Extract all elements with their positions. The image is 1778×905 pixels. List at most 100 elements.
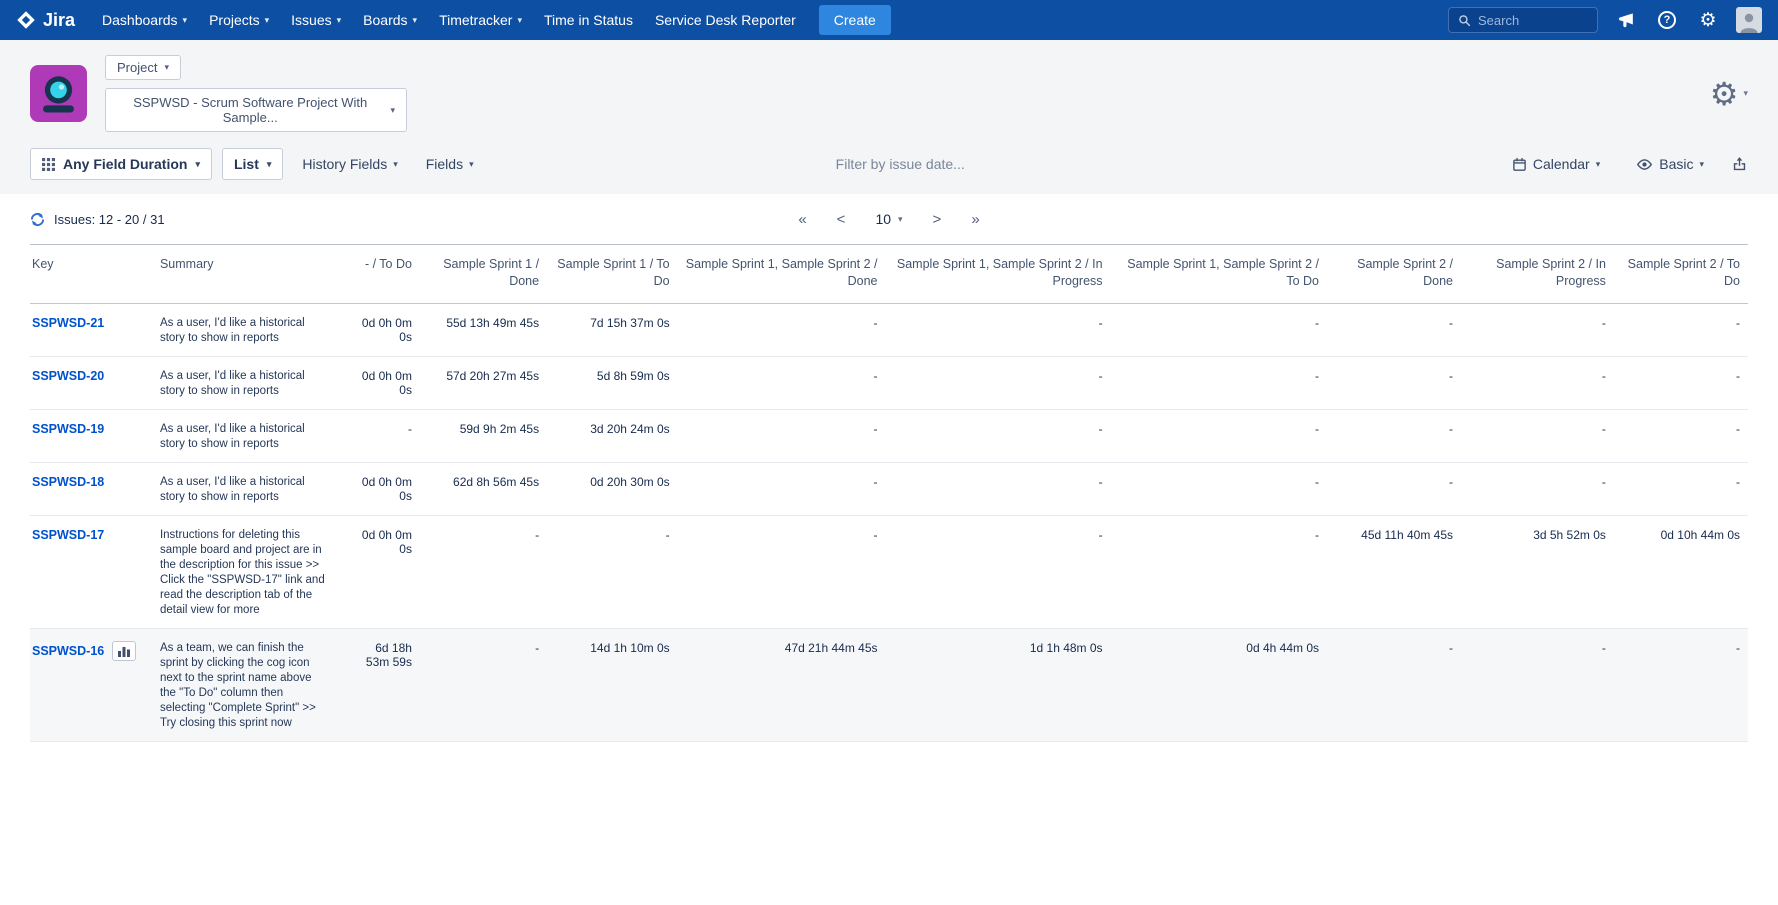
nav-item-projects[interactable]: Projects▾	[198, 0, 280, 40]
help-glyph: ?	[1658, 11, 1676, 29]
column-header-key[interactable]: Key	[30, 245, 152, 304]
help-icon[interactable]: ?	[1654, 7, 1680, 33]
nav-item-time-in-status[interactable]: Time in Status	[533, 0, 644, 40]
fields-button[interactable]: Fields ▾	[417, 149, 483, 179]
jira-logo[interactable]: Jira	[16, 10, 75, 31]
chevron-down-icon: ▾	[393, 160, 398, 169]
report-settings-button[interactable]: ⚙ ▾	[1710, 78, 1748, 110]
prev-page-button[interactable]: <	[837, 212, 846, 227]
table-row: SSPWSD-21 As a user, I'd like a historica…	[30, 304, 1748, 357]
table-body: SSPWSD-21 As a user, I'd like a historica…	[30, 304, 1748, 742]
nav-search[interactable]	[1448, 7, 1598, 33]
chart-icon-button[interactable]	[112, 641, 136, 661]
fields-label: Fields	[426, 156, 463, 172]
column-header-sample-sprint-2-done[interactable]: Sample Sprint 2 / Done	[1327, 245, 1461, 304]
issue-key-link[interactable]: SSPWSD-16	[32, 644, 104, 658]
duration-cell: -	[1461, 410, 1614, 463]
duration-cell: -	[886, 516, 1111, 629]
next-page-button[interactable]: >	[933, 212, 942, 227]
pager: « < 10 ▾ > »	[798, 211, 979, 227]
project-dropdown-label: Project	[117, 60, 157, 75]
column-header-summary[interactable]: Summary	[152, 245, 348, 304]
issue-key-link[interactable]: SSPWSD-17	[32, 528, 104, 542]
duration-cell: 3d 5h 52m 0s	[1461, 516, 1614, 629]
duration-cell: 1d 1h 48m 0s	[886, 629, 1111, 742]
search-input[interactable]	[1478, 13, 1583, 28]
duration-cell: 0d 20h 30m 0s	[547, 463, 678, 516]
column-header-sample-sprint-1-done[interactable]: Sample Sprint 1 / Done	[420, 245, 547, 304]
duration-cell: 59d 9h 2m 45s	[420, 410, 547, 463]
settings-icon[interactable]: ⚙	[1695, 7, 1721, 33]
issue-key-link[interactable]: SSPWSD-20	[32, 369, 104, 383]
chevron-down-icon: ▾	[337, 16, 342, 25]
chevron-down-icon: ▾	[265, 16, 270, 25]
column-header-sample-sprint-2-in-progress[interactable]: Sample Sprint 2 / In Progress	[1461, 245, 1614, 304]
duration-cell: -	[678, 516, 886, 629]
project-select[interactable]: SSPWSD - Scrum Software Project With Sam…	[105, 88, 407, 132]
column-header-to-do[interactable]: - / To Do	[348, 245, 420, 304]
page-size-select[interactable]: 10 ▾	[875, 211, 902, 227]
duration-cell: -	[1614, 463, 1748, 516]
export-button[interactable]	[1731, 156, 1748, 173]
issue-key-link[interactable]: SSPWSD-18	[32, 475, 104, 489]
duration-cell: -	[1461, 629, 1614, 742]
chevron-down-icon: ▾	[1743, 89, 1748, 98]
issue-summary: As a user, I'd like a historical story t…	[152, 463, 348, 516]
duration-cell: 45d 11h 40m 45s	[1327, 516, 1461, 629]
toolbar-right: Calendar ▾ Basic ▾	[1503, 149, 1748, 180]
chevron-down-icon: ▾	[195, 160, 200, 169]
project-dropdown-button[interactable]: Project ▾	[105, 55, 181, 80]
duration-cell: 62d 8h 56m 45s	[420, 463, 547, 516]
duration-cell: 6d 18h 53m 59s	[348, 629, 420, 742]
calendar-button[interactable]: Calendar ▾	[1503, 149, 1609, 179]
nav-item-dashboards[interactable]: Dashboards▾	[91, 0, 198, 40]
duration-cell: 57d 20h 27m 45s	[420, 357, 547, 410]
duration-cell: -	[1327, 410, 1461, 463]
history-fields-button[interactable]: History Fields ▾	[293, 149, 406, 179]
issue-date-filter-input[interactable]	[836, 156, 1066, 172]
duration-cell: -	[1614, 629, 1748, 742]
duration-cell: 0d 10h 44m 0s	[1614, 516, 1748, 629]
table-row: SSPWSD-20As a user, I'd like a historica…	[30, 357, 1748, 410]
chevron-down-icon: ▾	[1699, 160, 1704, 169]
nav-item-issues[interactable]: Issues▾	[280, 0, 352, 40]
column-header-sample-sprint-1-sample-sprint-2-done[interactable]: Sample Sprint 1, Sample Sprint 2 / Done	[678, 245, 886, 304]
table-row: SSPWSD-19As a user, I'd like a historica…	[30, 410, 1748, 463]
first-page-button[interactable]: «	[798, 212, 806, 227]
refresh-icon[interactable]	[30, 212, 45, 227]
project-controls: Project ▾ SSPWSD - Scrum Software Projec…	[105, 55, 407, 132]
issue-key-link[interactable]: SSPWSD-19	[32, 422, 104, 436]
table-row: SSPWSD-17Instructions for deleting this …	[30, 516, 1748, 629]
duration-cell: -	[1614, 357, 1748, 410]
field-duration-button[interactable]: Any Field Duration ▾	[30, 148, 212, 180]
duration-cell: 14d 1h 10m 0s	[547, 629, 678, 742]
nav-item-service-desk-reporter[interactable]: Service Desk Reporter	[644, 0, 807, 40]
duration-cell: -	[1614, 304, 1748, 357]
column-header-sample-sprint-1-sample-sprint-2-to-do[interactable]: Sample Sprint 1, Sample Sprint 2 / To Do	[1111, 245, 1327, 304]
last-page-button[interactable]: »	[971, 212, 979, 227]
issue-key-link[interactable]: SSPWSD-21	[32, 316, 104, 330]
duration-cell: 0d 0h 0m 0s	[348, 463, 420, 516]
duration-cell: 0d 0h 0m 0s	[348, 357, 420, 410]
view-mode-button[interactable]: Basic ▾	[1627, 149, 1713, 180]
duration-cell: -	[1111, 357, 1327, 410]
user-avatar[interactable]	[1736, 7, 1762, 33]
nav-item-timetracker[interactable]: Timetracker▾	[428, 0, 533, 40]
field-duration-label: Any Field Duration	[63, 156, 187, 172]
column-header-sample-sprint-1-to-do[interactable]: Sample Sprint 1 / To Do	[547, 245, 678, 304]
duration-cell: -	[1461, 357, 1614, 410]
column-header-sample-sprint-1-sample-sprint-2-in-progress[interactable]: Sample Sprint 1, Sample Sprint 2 / In Pr…	[886, 245, 1111, 304]
column-header-sample-sprint-2-to-do[interactable]: Sample Sprint 2 / To Do	[1614, 245, 1748, 304]
duration-cell: -	[1111, 516, 1327, 629]
nav-item-boards[interactable]: Boards▾	[352, 0, 428, 40]
calendar-label: Calendar	[1533, 156, 1590, 172]
issue-summary: As a user, I'd like a historical story t…	[152, 304, 348, 357]
chevron-down-icon: ▾	[390, 106, 395, 115]
announcement-icon[interactable]	[1613, 7, 1639, 33]
create-button[interactable]: Create	[819, 5, 891, 35]
nav-menu: Dashboards▾Projects▾Issues▾Boards▾Timetr…	[91, 0, 807, 40]
pagination-row: Issues: 12 - 20 / 31 « < 10 ▾ > »	[30, 194, 1748, 244]
view-type-button[interactable]: List ▾	[222, 148, 283, 180]
project-avatar	[30, 65, 87, 122]
duration-cell: -	[1327, 463, 1461, 516]
